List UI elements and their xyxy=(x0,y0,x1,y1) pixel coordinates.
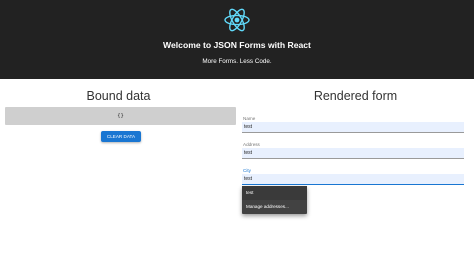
autocomplete-option-label: test xyxy=(246,190,254,195)
bound-data-box: {} xyxy=(5,107,236,125)
autocomplete-dropdown: test Manage addresses... xyxy=(242,186,307,214)
name-field-label: Name xyxy=(243,116,256,121)
bound-data-title: Bound data xyxy=(86,89,151,103)
city-field-value: test xyxy=(244,176,253,182)
address-field[interactable]: test xyxy=(242,148,464,159)
name-field[interactable]: test xyxy=(242,122,464,133)
name-field-value: test xyxy=(244,124,253,130)
react-logo-icon xyxy=(224,8,250,32)
manage-addresses-option[interactable]: Manage addresses... xyxy=(242,200,307,214)
bound-data-json: {} xyxy=(117,113,124,119)
city-field-label: City xyxy=(243,168,251,173)
city-field[interactable]: test xyxy=(242,174,464,185)
address-field-value: test xyxy=(244,150,253,156)
address-field-label: Address xyxy=(243,142,260,147)
app-header: Welcome to JSON Forms with React More Fo… xyxy=(0,0,474,79)
autocomplete-option[interactable]: test xyxy=(242,186,307,200)
manage-addresses-label: Manage addresses... xyxy=(246,204,289,209)
app-title: Welcome to JSON Forms with React xyxy=(163,40,311,50)
rendered-form-title: Rendered form xyxy=(313,89,398,103)
clear-data-button[interactable]: CLEAR DATA xyxy=(101,131,141,142)
app-subtitle: More Forms. Less Code. xyxy=(202,58,272,65)
